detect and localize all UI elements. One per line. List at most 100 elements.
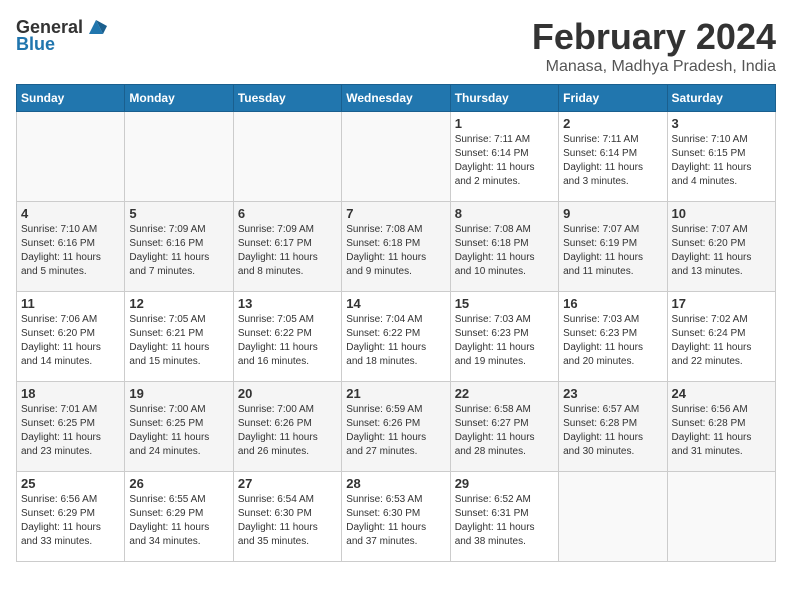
day-number: 20 [238, 386, 337, 401]
dow-header: Saturday [667, 85, 775, 112]
day-number: 13 [238, 296, 337, 311]
calendar-cell: 13 Sunrise: 7:05 AM Sunset: 6:22 PM Dayli… [233, 292, 341, 382]
day-number: 18 [21, 386, 120, 401]
day-number: 5 [129, 206, 228, 221]
day-info: Sunrise: 7:00 AM Sunset: 6:26 PM Dayligh… [238, 403, 337, 459]
dow-header: Sunday [17, 85, 125, 112]
calendar-cell [233, 112, 341, 202]
calendar-week-row: 25 Sunrise: 6:56 AM Sunset: 6:29 PM Dayli… [17, 472, 776, 562]
day-info: Sunrise: 7:09 AM Sunset: 6:17 PM Dayligh… [238, 223, 337, 279]
day-number: 29 [455, 476, 554, 491]
day-info: Sunrise: 6:53 AM Sunset: 6:30 PM Dayligh… [346, 493, 445, 549]
calendar-cell: 11 Sunrise: 7:06 AM Sunset: 6:20 PM Dayli… [17, 292, 125, 382]
calendar-cell: 1 Sunrise: 7:11 AM Sunset: 6:14 PM Daylig… [450, 112, 558, 202]
calendar-cell: 22 Sunrise: 6:58 AM Sunset: 6:27 PM Dayli… [450, 382, 558, 472]
calendar-cell: 14 Sunrise: 7:04 AM Sunset: 6:22 PM Dayli… [342, 292, 450, 382]
day-info: Sunrise: 7:01 AM Sunset: 6:25 PM Dayligh… [21, 403, 120, 459]
calendar-cell: 26Sunrise: 6:55 AM Sunset: 6:29 PM Dayli… [125, 472, 233, 562]
calendar-cell: 29 Sunrise: 6:52 AM Sunset: 6:31 PM Dayli… [450, 472, 558, 562]
day-number: 16 [563, 296, 662, 311]
calendar-cell [559, 472, 667, 562]
calendar-title: February 2024 [532, 16, 776, 58]
day-number: 21 [346, 386, 445, 401]
day-number: 2 [563, 116, 662, 131]
day-info: Sunrise: 7:04 AM Sunset: 6:22 PM Dayligh… [346, 313, 445, 369]
calendar-cell: 8 Sunrise: 7:08 AM Sunset: 6:18 PM Daylig… [450, 202, 558, 292]
dow-header: Friday [559, 85, 667, 112]
day-info: Sunrise: 7:08 AM Sunset: 6:18 PM Dayligh… [346, 223, 445, 279]
calendar-cell: 12 Sunrise: 7:05 AM Sunset: 6:21 PM Dayli… [125, 292, 233, 382]
calendar-week-row: 4 Sunrise: 7:10 AM Sunset: 6:16 PM Daylig… [17, 202, 776, 292]
calendar-week-row: 11 Sunrise: 7:06 AM Sunset: 6:20 PM Dayli… [17, 292, 776, 382]
day-info: Sunrise: 7:00 AM Sunset: 6:25 PM Dayligh… [129, 403, 228, 459]
calendar-cell: 2Sunrise: 7:11 AM Sunset: 6:14 PM Daylig… [559, 112, 667, 202]
calendar-cell: 9 Sunrise: 7:07 AM Sunset: 6:19 PM Daylig… [559, 202, 667, 292]
calendar-week-row: 18 Sunrise: 7:01 AM Sunset: 6:25 PM Dayli… [17, 382, 776, 472]
calendar-cell [342, 112, 450, 202]
day-number: 7 [346, 206, 445, 221]
day-info: Sunrise: 6:52 AM Sunset: 6:31 PM Dayligh… [455, 493, 554, 549]
day-info: Sunrise: 7:10 AM Sunset: 6:15 PM Dayligh… [672, 133, 771, 189]
calendar-cell: 21 Sunrise: 6:59 AM Sunset: 6:26 PM Dayli… [342, 382, 450, 472]
day-info: Sunrise: 6:56 AM Sunset: 6:28 PM Dayligh… [672, 403, 771, 459]
day-info: Sunrise: 7:05 AM Sunset: 6:22 PM Dayligh… [238, 313, 337, 369]
day-number: 8 [455, 206, 554, 221]
day-info: Sunrise: 6:56 AM Sunset: 6:29 PM Dayligh… [21, 493, 120, 549]
calendar-cell: 23Sunrise: 6:57 AM Sunset: 6:28 PM Dayli… [559, 382, 667, 472]
logo-icon [85, 16, 107, 38]
calendar-cell: 15 Sunrise: 7:03 AM Sunset: 6:23 PM Dayli… [450, 292, 558, 382]
calendar-cell: 25 Sunrise: 6:56 AM Sunset: 6:29 PM Dayli… [17, 472, 125, 562]
day-number: 9 [563, 206, 662, 221]
calendar-cell: 24 Sunrise: 6:56 AM Sunset: 6:28 PM Dayli… [667, 382, 775, 472]
day-info: Sunrise: 7:08 AM Sunset: 6:18 PM Dayligh… [455, 223, 554, 279]
calendar-week-row: 1 Sunrise: 7:11 AM Sunset: 6:14 PM Daylig… [17, 112, 776, 202]
day-number: 19 [129, 386, 228, 401]
calendar-cell: 27 Sunrise: 6:54 AM Sunset: 6:30 PM Dayli… [233, 472, 341, 562]
dow-header: Wednesday [342, 85, 450, 112]
calendar-cell: 20 Sunrise: 7:00 AM Sunset: 6:26 PM Dayli… [233, 382, 341, 472]
day-info: Sunrise: 7:10 AM Sunset: 6:16 PM Dayligh… [21, 223, 120, 279]
day-number: 22 [455, 386, 554, 401]
day-info: Sunrise: 7:07 AM Sunset: 6:19 PM Dayligh… [563, 223, 662, 279]
logo-text-blue: Blue [16, 34, 55, 55]
day-info: Sunrise: 7:07 AM Sunset: 6:20 PM Dayligh… [672, 223, 771, 279]
day-number: 10 [672, 206, 771, 221]
day-number: 12 [129, 296, 228, 311]
day-number: 17 [672, 296, 771, 311]
calendar-cell: 4 Sunrise: 7:10 AM Sunset: 6:16 PM Daylig… [17, 202, 125, 292]
day-info: Sunrise: 6:58 AM Sunset: 6:27 PM Dayligh… [455, 403, 554, 459]
day-number: 11 [21, 296, 120, 311]
calendar-cell: 3 Sunrise: 7:10 AM Sunset: 6:15 PM Daylig… [667, 112, 775, 202]
calendar-cell: 16 Sunrise: 7:03 AM Sunset: 6:23 PM Dayli… [559, 292, 667, 382]
day-info: Sunrise: 7:05 AM Sunset: 6:21 PM Dayligh… [129, 313, 228, 369]
day-number: 24 [672, 386, 771, 401]
day-number: 25 [21, 476, 120, 491]
day-info: Sunrise: 7:09 AM Sunset: 6:16 PM Dayligh… [129, 223, 228, 279]
day-info: Sunrise: 6:59 AM Sunset: 6:26 PM Dayligh… [346, 403, 445, 459]
day-number: 14 [346, 296, 445, 311]
day-info: Sunrise: 7:11 AM Sunset: 6:14 PM Dayligh… [455, 133, 554, 189]
day-number: 4 [21, 206, 120, 221]
day-number: 15 [455, 296, 554, 311]
calendar-subtitle: Manasa, Madhya Pradesh, India [532, 58, 776, 76]
day-info: Sunrise: 7:06 AM Sunset: 6:20 PM Dayligh… [21, 313, 120, 369]
day-info: Sunrise: 6:54 AM Sunset: 6:30 PM Dayligh… [238, 493, 337, 549]
calendar-cell: 7 Sunrise: 7:08 AM Sunset: 6:18 PM Daylig… [342, 202, 450, 292]
calendar-cell [667, 472, 775, 562]
dow-header: Tuesday [233, 85, 341, 112]
calendar-cell: 18 Sunrise: 7:01 AM Sunset: 6:25 PM Dayli… [17, 382, 125, 472]
calendar-table: SundayMondayTuesdayWednesdayThursdayFrid… [16, 84, 776, 562]
day-info: Sunrise: 7:03 AM Sunset: 6:23 PM Dayligh… [563, 313, 662, 369]
calendar-cell: 10 Sunrise: 7:07 AM Sunset: 6:20 PM Dayli… [667, 202, 775, 292]
day-number: 23 [563, 386, 662, 401]
day-number: 3 [672, 116, 771, 131]
day-number: 27 [238, 476, 337, 491]
day-number: 26 [129, 476, 228, 491]
day-number: 28 [346, 476, 445, 491]
calendar-body: 1 Sunrise: 7:11 AM Sunset: 6:14 PM Daylig… [17, 112, 776, 562]
day-info: Sunrise: 7:03 AM Sunset: 6:23 PM Dayligh… [455, 313, 554, 369]
logo: General Blue [16, 16, 107, 55]
day-number: 1 [455, 116, 554, 131]
calendar-cell: 17Sunrise: 7:02 AM Sunset: 6:24 PM Dayli… [667, 292, 775, 382]
day-number: 6 [238, 206, 337, 221]
